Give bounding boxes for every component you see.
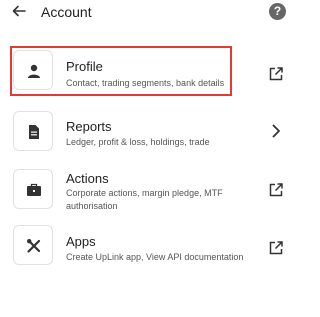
profile-icon-box <box>13 50 53 90</box>
menu-item-description: Contact, trading segments, bank details <box>66 78 225 88</box>
person-icon <box>28 64 40 78</box>
menu-item-description: Corporate actions, margin pledge, MTF au… <box>66 188 223 211</box>
menu-item-description: Create UpLink app, View API documentatio… <box>66 252 244 262</box>
external-link-icon[interactable] <box>268 66 284 82</box>
menu-item-title: Apps <box>66 234 96 249</box>
menu-item-actions[interactable]: Actions Corporate actions, margin pledge… <box>0 166 300 226</box>
reports-icon-box <box>13 111 53 151</box>
menu-item-reports[interactable]: Reports Ledger, profit & loss, holdings,… <box>0 110 300 170</box>
apps-icon-box <box>13 225 53 265</box>
external-link-icon[interactable] <box>268 240 284 256</box>
chevron-right-icon[interactable] <box>268 123 284 139</box>
actions-icon-box <box>13 169 53 209</box>
menu-item-title: Actions <box>66 171 109 186</box>
menu-item-title: Profile <box>66 59 103 74</box>
header: Account ? <box>0 0 300 30</box>
menu-item-profile[interactable]: Profile Contact, trading segments, bank … <box>0 46 300 106</box>
menu-item-title: Reports <box>66 119 112 134</box>
briefcase-icon <box>27 183 41 196</box>
tools-icon <box>27 239 41 253</box>
menu-item-description: Ledger, profit & loss, holdings, trade <box>66 137 210 147</box>
page-title: Account <box>41 4 92 20</box>
back-arrow-icon[interactable] <box>11 3 27 19</box>
external-link-icon[interactable] <box>268 182 284 198</box>
document-icon <box>29 125 39 139</box>
help-icon[interactable]: ? <box>269 3 286 20</box>
menu-item-apps[interactable]: Apps Create UpLink app, View API documen… <box>0 223 300 283</box>
